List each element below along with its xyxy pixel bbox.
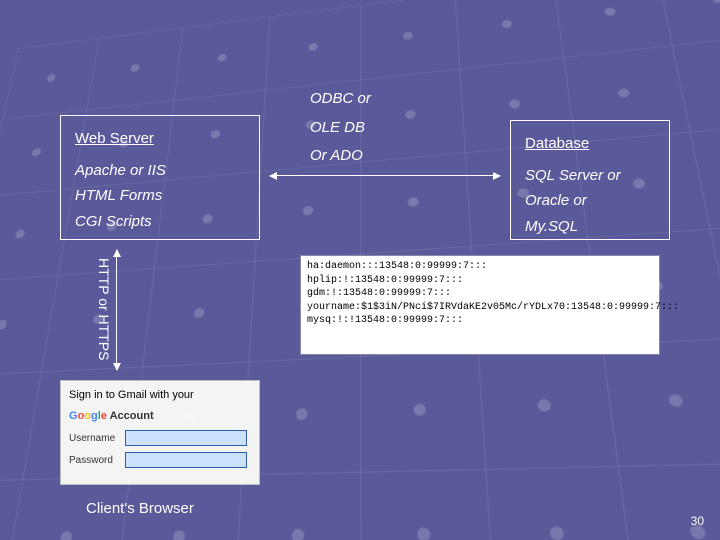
middleware-labels: ODBC or OLE DB Or ADO [310, 85, 371, 171]
page-number: 30 [691, 514, 704, 528]
password-label: Password [69, 453, 121, 468]
http-https-label: HTTP or HTTPS [96, 258, 112, 360]
web-server-line-forms: HTML Forms [75, 183, 245, 209]
arrow-webserver-client [116, 250, 117, 370]
web-server-line-apache: Apache or IIS [75, 158, 245, 184]
arrow-webserver-database [270, 175, 500, 176]
account-word: Account [107, 410, 154, 422]
shadow-file-panel: ha:daemon:::13548:0:99999:7::: hplip:!:1… [300, 255, 660, 355]
database-line-sqlserver: SQL Server or [525, 163, 655, 189]
web-server-line-cgi: CGI Scripts [75, 209, 245, 235]
slide-stage: Web Server Apache or IIS HTML Forms CGI … [0, 0, 720, 540]
middleware-oledb: OLE DB [310, 114, 371, 143]
middleware-odbc: ODBC or [310, 85, 371, 114]
middleware-ado: Or ADO [310, 142, 371, 171]
username-row: Username [69, 430, 251, 446]
password-row: Password [69, 452, 251, 468]
database-line-mysql: My.SQL [525, 214, 655, 240]
username-label: Username [69, 431, 121, 446]
database-title: Database [525, 131, 655, 157]
google-logo: Google [69, 408, 107, 425]
database-line-oracle: Oracle or [525, 188, 655, 214]
password-field[interactable] [125, 452, 247, 468]
web-server-title: Web Server [75, 126, 245, 152]
database-box: Database SQL Server or Oracle or My.SQL [510, 120, 670, 240]
username-field[interactable] [125, 430, 247, 446]
login-title: Sign in to Gmail with your [69, 387, 251, 404]
login-panel: Sign in to Gmail with your Google Accoun… [60, 380, 260, 485]
web-server-box: Web Server Apache or IIS HTML Forms CGI … [60, 115, 260, 240]
client-browser-label: Client's Browser [86, 500, 194, 517]
login-brand-row: Google Account [69, 408, 251, 425]
